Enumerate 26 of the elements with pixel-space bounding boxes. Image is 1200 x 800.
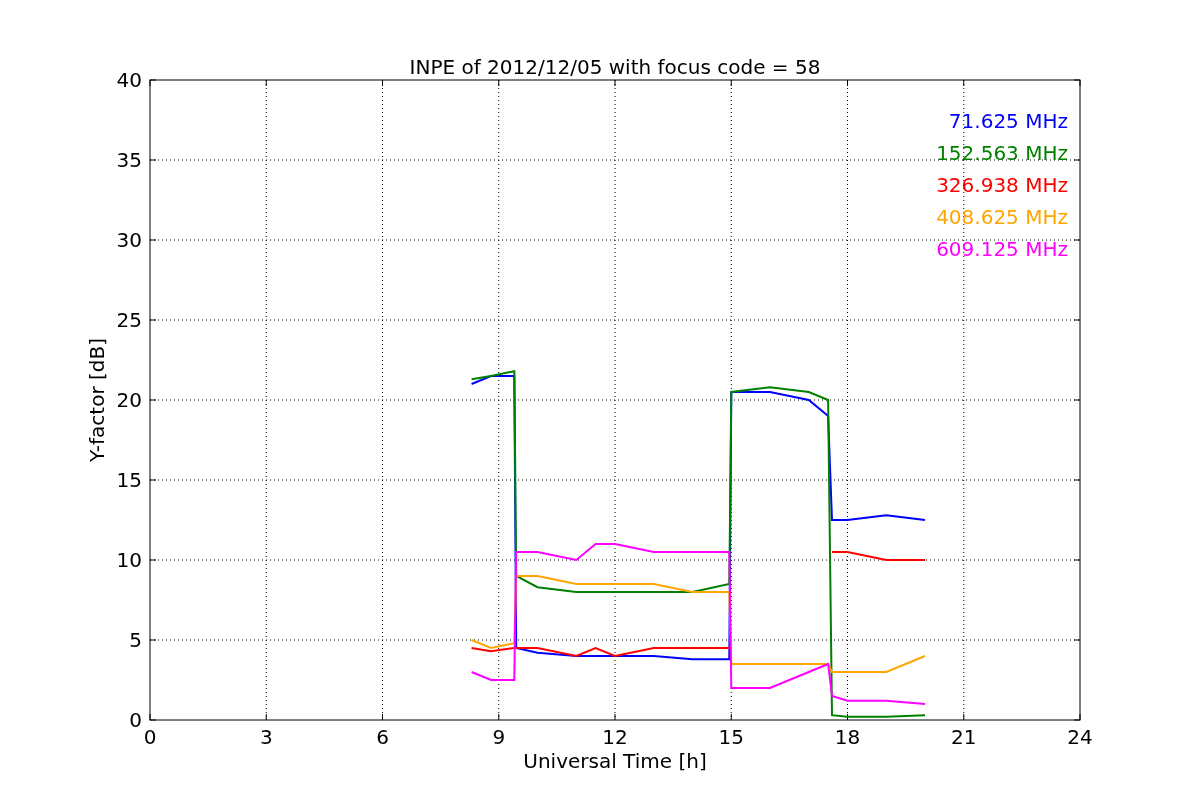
y-tick-label: 35 xyxy=(116,148,142,172)
x-axis-label: Universal Time [h] xyxy=(523,749,707,773)
x-tick-label: 6 xyxy=(376,725,389,749)
x-tick-label: 18 xyxy=(834,725,861,749)
x-tick-label: 0 xyxy=(143,725,157,749)
legend-label: 71.625 MHz xyxy=(948,109,1068,133)
y-tick-label: 20 xyxy=(116,388,142,412)
legend-label: 609.125 MHz xyxy=(936,237,1068,261)
x-tick-label: 9 xyxy=(492,725,506,749)
y-tick-label: 30 xyxy=(116,228,142,252)
legend-label: 152.563 MHz xyxy=(936,141,1068,165)
y-tick-label: 0 xyxy=(129,708,142,732)
y-tick-label: 25 xyxy=(116,308,142,332)
x-tick-label: 15 xyxy=(718,725,744,749)
y-tick-label: 10 xyxy=(116,548,142,572)
x-tick-label: 21 xyxy=(951,725,977,749)
y-tick-label: 40 xyxy=(116,68,142,92)
legend-label: 326.938 MHz xyxy=(936,173,1068,197)
x-tick-label: 12 xyxy=(602,725,628,749)
chart-title: INPE of 2012/12/05 with focus code = 58 xyxy=(409,55,821,79)
x-tick-label: 3 xyxy=(259,725,273,749)
x-tick-label: 24 xyxy=(1067,725,1093,749)
y-tick-label: 15 xyxy=(116,468,142,492)
legend-label: 408.625 MHz xyxy=(936,205,1068,229)
y-tick-label: 5 xyxy=(129,628,142,652)
y-axis-label: Y-factor [dB] xyxy=(85,338,109,462)
